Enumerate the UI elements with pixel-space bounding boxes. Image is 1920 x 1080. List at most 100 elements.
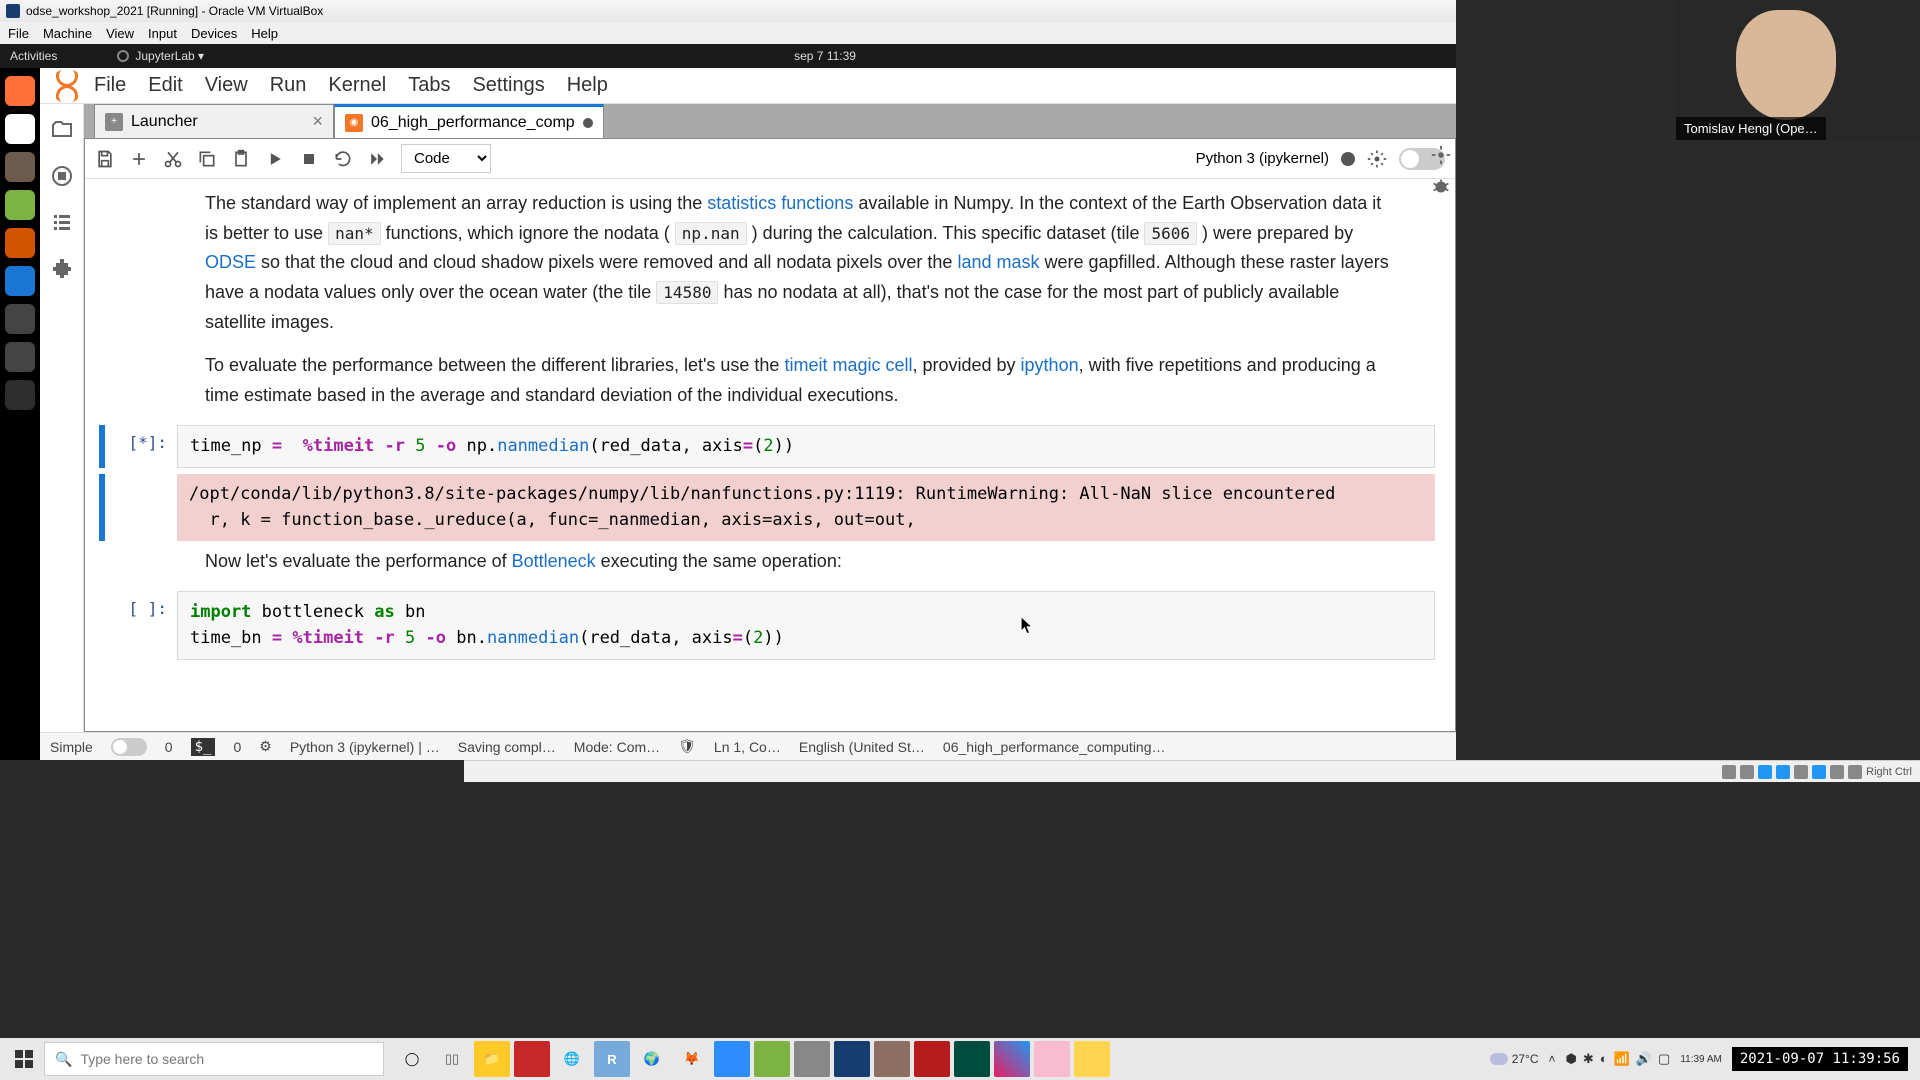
battery-icon[interactable]: ▢: [1658, 1051, 1670, 1067]
link-statistics-functions[interactable]: statistics functions: [707, 193, 853, 213]
menu-kernel[interactable]: Kernel: [328, 74, 386, 97]
tray-icon[interactable]: ⬢: [1566, 1051, 1577, 1067]
app-red[interactable]: [514, 1041, 550, 1077]
celltype-select[interactable]: Code: [401, 144, 491, 173]
simple-toggle[interactable]: [111, 738, 147, 756]
vbox-menu-devices[interactable]: Devices: [191, 26, 237, 41]
toc-icon[interactable]: [50, 210, 74, 234]
dock-qgis[interactable]: [5, 190, 35, 220]
app-dark[interactable]: [954, 1041, 990, 1077]
app-colorful[interactable]: [994, 1041, 1030, 1077]
zoom-icon[interactable]: [714, 1041, 750, 1077]
rstudio-icon[interactable]: R: [594, 1041, 630, 1077]
restart-icon[interactable]: [333, 149, 353, 169]
weather-widget[interactable]: 27°C: [1490, 1052, 1539, 1066]
menu-view[interactable]: View: [205, 74, 248, 97]
extension-icon[interactable]: [50, 256, 74, 280]
restart-run-icon[interactable]: [367, 149, 387, 169]
tab-launcher[interactable]: + Launcher ×: [94, 104, 334, 138]
task-view-icon[interactable]: ◯: [394, 1041, 430, 1077]
app-indicator[interactable]: JupyterLab ▾: [117, 49, 204, 63]
dock-app[interactable]: [5, 304, 35, 334]
vbox-icon: [6, 4, 20, 18]
activities-button[interactable]: Activities: [10, 49, 57, 63]
stop-icon[interactable]: [299, 149, 319, 169]
gear-icon[interactable]: ⚙: [259, 738, 272, 755]
save-icon[interactable]: [95, 149, 115, 169]
dock-chrome[interactable]: [5, 114, 35, 144]
status-count1: 0: [165, 739, 173, 755]
kernel-settings-icon[interactable]: [1367, 149, 1387, 169]
code-cell[interactable]: [*]: time_np = %timeit -r 5 -o np.nanmed…: [85, 425, 1435, 469]
explorer-icon[interactable]: 📁: [474, 1041, 510, 1077]
dock-terminal[interactable]: [5, 380, 35, 410]
start-button[interactable]: [4, 1039, 44, 1079]
dock-files[interactable]: [5, 152, 35, 182]
vb-display-icon: [1812, 765, 1826, 779]
run-icon[interactable]: [265, 149, 285, 169]
launcher-icon: +: [105, 113, 123, 131]
menu-file[interactable]: File: [94, 74, 126, 97]
code-cell[interactable]: [ ]: import bottleneck as bn time_bn = %…: [85, 591, 1435, 660]
tray-icon[interactable]: ✱: [1583, 1051, 1594, 1067]
kernel-name[interactable]: Python 3 (ipykernel): [1196, 150, 1329, 167]
vbox-menu-machine[interactable]: Machine: [43, 26, 92, 41]
notebook-toolbar: Code Python 3 (ipykernel): [85, 139, 1455, 179]
debugger-icon[interactable]: [1430, 176, 1452, 198]
output-cell: . /opt/conda/lib/python3.8/site-packages…: [85, 474, 1435, 541]
menu-run[interactable]: Run: [270, 74, 307, 97]
jupyter-logo[interactable]: [50, 69, 84, 103]
app-pink[interactable]: [1034, 1041, 1070, 1077]
vbox-menu-input[interactable]: Input: [148, 26, 177, 41]
copy-icon[interactable]: [197, 149, 217, 169]
wifi-icon[interactable]: 📶: [1614, 1051, 1630, 1067]
code-input[interactable]: import bottleneck as bn time_bn = %timei…: [177, 591, 1435, 660]
volume-icon[interactable]: 🔊: [1636, 1051, 1652, 1067]
chevron-up-icon[interactable]: ˄: [1549, 1052, 1556, 1066]
add-cell-icon[interactable]: [129, 149, 149, 169]
dock-app2[interactable]: [5, 342, 35, 372]
vbox-statusbar: Right Ctrl: [464, 760, 1920, 782]
app-globe[interactable]: 🌍: [634, 1041, 670, 1077]
windows-taskbar: 🔍 Type here to search ◯ ▯▯ 📁 🌐 R 🌍 🦊 27°…: [0, 1038, 1920, 1080]
code-input[interactable]: time_np = %timeit -r 5 -o np.nanmedian(r…: [177, 425, 1435, 469]
close-icon[interactable]: ×: [312, 111, 323, 132]
property-inspector-icon[interactable]: [1430, 144, 1452, 166]
app-yellow[interactable]: [1074, 1041, 1110, 1077]
link-timeit[interactable]: timeit magic cell: [784, 355, 912, 375]
app-gray[interactable]: [794, 1041, 830, 1077]
running-icon[interactable]: [50, 164, 74, 188]
firefox-icon[interactable]: 🦊: [674, 1041, 710, 1077]
app-green[interactable]: [754, 1041, 790, 1077]
folder-icon[interactable]: [50, 118, 74, 142]
menu-help[interactable]: Help: [567, 74, 608, 97]
link-ipython[interactable]: ipython: [1021, 355, 1079, 375]
dock-firefox[interactable]: [5, 76, 35, 106]
terminal-icon[interactable]: $_: [191, 738, 216, 756]
link-land-mask[interactable]: land mask: [957, 252, 1039, 272]
tab-notebook[interactable]: ◉ 06_high_performance_comp: [334, 104, 604, 138]
tray-icon[interactable]: ◐: [1600, 1051, 1608, 1067]
dock-rstudio[interactable]: [5, 266, 35, 296]
paste-icon[interactable]: [231, 149, 251, 169]
app-brown[interactable]: [874, 1041, 910, 1077]
menu-tabs[interactable]: Tabs: [408, 74, 450, 97]
cut-icon[interactable]: [163, 149, 183, 169]
vbox-menubar: File Machine View Input Devices Help: [0, 22, 1456, 44]
cortana-icon[interactable]: ▯▯: [434, 1041, 470, 1077]
link-odse[interactable]: ODSE: [205, 252, 256, 272]
link-bottleneck[interactable]: Bottleneck: [512, 551, 596, 571]
vbox-menu-help[interactable]: Help: [251, 26, 278, 41]
menu-edit[interactable]: Edit: [148, 74, 182, 97]
vbox-menu-file[interactable]: File: [8, 26, 29, 41]
win-clock-small[interactable]: 11:39 AM: [1680, 1054, 1722, 1065]
notebook-content[interactable]: The standard way of implement an array r…: [85, 179, 1455, 731]
menu-settings[interactable]: Settings: [472, 74, 544, 97]
windows-search[interactable]: 🔍 Type here to search: [44, 1042, 384, 1076]
virtualbox-icon[interactable]: [834, 1041, 870, 1077]
dock-jupyter[interactable]: [5, 228, 35, 258]
vbox-menu-view[interactable]: View: [106, 26, 134, 41]
acrobat-icon[interactable]: [914, 1041, 950, 1077]
chrome-icon[interactable]: 🌐: [554, 1041, 590, 1077]
tab-bar: + Launcher × ◉ 06_high_performance_comp: [84, 104, 1456, 138]
